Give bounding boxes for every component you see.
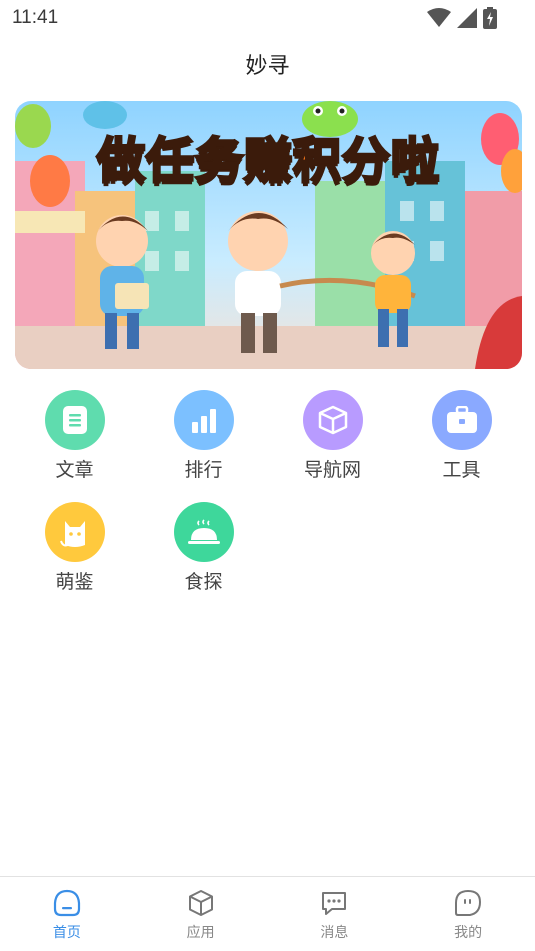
app-label: 文章 bbox=[55, 459, 94, 481]
wifi-icon bbox=[427, 8, 451, 27]
tab-label: 首页 bbox=[52, 925, 81, 941]
document-icon bbox=[44, 390, 105, 450]
briefcase-icon bbox=[431, 390, 492, 450]
profile-icon bbox=[455, 889, 482, 916]
food-cloche-icon bbox=[173, 502, 234, 562]
cube-icon bbox=[188, 890, 213, 916]
app-item-article[interactable]: 文章 bbox=[10, 390, 139, 482]
app-label: 排行 bbox=[184, 459, 223, 481]
status-icons bbox=[427, 7, 497, 29]
promo-banner[interactable]: 做任务赚积分啦 bbox=[15, 101, 522, 369]
home-icon bbox=[53, 889, 80, 917]
app-item-navigation[interactable]: 导航网 bbox=[268, 390, 397, 482]
status-time: 11:41 bbox=[12, 7, 59, 28]
signal-icon bbox=[457, 8, 477, 28]
app-item-tools[interactable]: 工具 bbox=[397, 390, 526, 482]
battery-icon bbox=[483, 7, 497, 29]
message-icon bbox=[322, 892, 347, 915]
banner-headline: 做任务赚积分啦 bbox=[95, 132, 440, 191]
tab-profile[interactable]: 我的 bbox=[401, 877, 535, 951]
page-title: 妙寻 bbox=[245, 54, 290, 79]
tab-messages[interactable]: 消息 bbox=[268, 877, 402, 951]
app-item-cute[interactable]: 萌鉴 bbox=[10, 502, 139, 594]
tab-label: 我的 bbox=[454, 925, 483, 941]
status-bar: 11:41 bbox=[0, 0, 535, 36]
app-label: 导航网 bbox=[303, 459, 361, 481]
cube-icon bbox=[302, 390, 363, 450]
app-header: 妙寻 bbox=[0, 44, 535, 90]
app-label: 食探 bbox=[184, 571, 223, 593]
app-item-ranking[interactable]: 排行 bbox=[139, 390, 268, 482]
tab-home[interactable]: 首页 bbox=[0, 877, 134, 951]
tab-label: 应用 bbox=[186, 925, 215, 941]
app-item-food[interactable]: 食探 bbox=[139, 502, 268, 594]
bottom-tab-bar: 首页 应用 消息 我的 bbox=[0, 876, 535, 951]
app-label: 工具 bbox=[442, 459, 481, 481]
tab-apps[interactable]: 应用 bbox=[134, 877, 268, 951]
app-grid: 文章 排行 导航网 工具 萌鉴 食探 bbox=[10, 390, 526, 594]
cat-icon bbox=[44, 502, 105, 562]
app-label: 萌鉴 bbox=[55, 571, 94, 593]
tab-label: 消息 bbox=[320, 925, 349, 941]
bar-chart-icon bbox=[173, 390, 234, 450]
